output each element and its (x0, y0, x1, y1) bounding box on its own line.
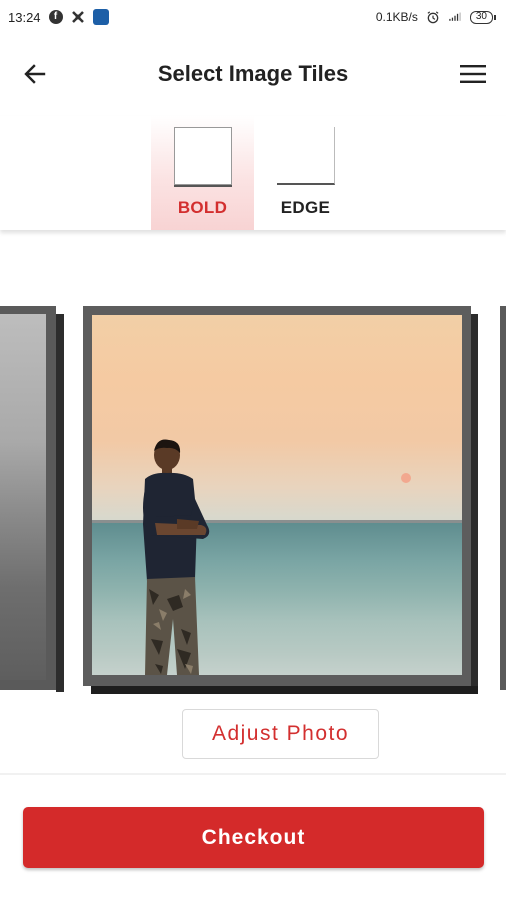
app-bar: Select Image Tiles (0, 44, 506, 104)
tile-option-edge[interactable]: EDGE (254, 116, 357, 230)
tile-option-label: BOLD (177, 198, 228, 217)
network-speed: 0.1KB/s (375, 10, 418, 24)
arrow-back-icon (24, 64, 46, 84)
bold-tile-preview (173, 127, 232, 185)
battery-icon: 30 (469, 10, 496, 24)
current-photo (92, 315, 462, 675)
alarm-icon (426, 10, 440, 24)
book-app-icon (92, 9, 109, 25)
edge-tile-preview (276, 127, 335, 185)
previous-photo-tile[interactable] (0, 306, 64, 692)
facebook-icon: f (48, 10, 63, 24)
tile-style-selector: BOLD EDGE (0, 116, 506, 230)
status-time: 13:24 (8, 9, 41, 25)
menu-button[interactable] (458, 59, 488, 89)
person-figure (143, 439, 210, 675)
app-notification-icon (71, 10, 85, 24)
adjust-photo-button[interactable]: Adjust Photo (182, 709, 379, 759)
photo-carousel[interactable] (0, 300, 506, 700)
status-bar: 13:24 f 0.1KB/s 30 (0, 0, 506, 34)
hamburger-menu-icon (460, 65, 486, 83)
previous-photo (0, 314, 46, 680)
back-button[interactable] (20, 59, 50, 89)
sun (401, 473, 411, 483)
status-right: 0.1KB/s 30 (376, 10, 496, 24)
next-photo-tile[interactable] (500, 306, 506, 690)
divider (0, 773, 506, 775)
signal-icon (448, 10, 462, 24)
tile-option-label: EDGE (280, 198, 331, 217)
status-left: 13:24 f (8, 9, 109, 25)
current-photo-tile[interactable] (83, 306, 471, 686)
battery-level: 30 (469, 10, 493, 24)
tile-option-bold[interactable]: BOLD (151, 116, 254, 230)
checkout-button[interactable]: Checkout (23, 807, 484, 868)
page-title: Select Image Tiles (157, 61, 349, 86)
